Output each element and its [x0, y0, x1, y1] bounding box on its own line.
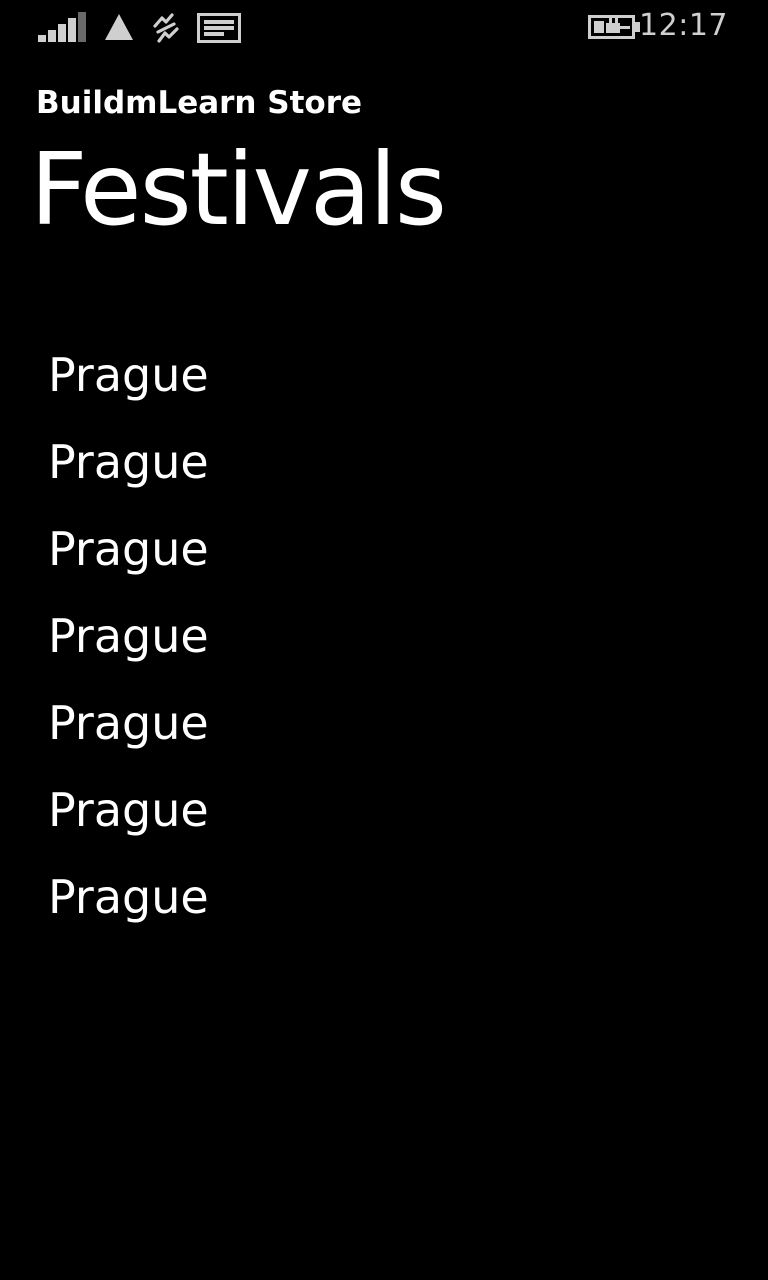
list-item[interactable]: Prague [48, 866, 728, 953]
list-item[interactable]: Prague [48, 605, 728, 692]
list-item[interactable]: Prague [48, 692, 728, 779]
status-bar: 12:17 [0, 0, 768, 56]
signal-strength-icon [38, 12, 86, 42]
list-item[interactable]: Prague [48, 518, 728, 605]
list-item[interactable]: Prague [48, 431, 728, 518]
page-title: Festivals [30, 131, 447, 248]
message-icon [197, 13, 241, 43]
list-item[interactable]: Prague [48, 779, 728, 866]
status-clock: 12:17 [639, 8, 728, 43]
list-item[interactable]: Prague [48, 344, 728, 431]
data-connection-icon [153, 13, 179, 43]
battery-charging-icon [588, 15, 640, 39]
festival-list: Prague Prague Prague Prague Prague Pragu… [48, 344, 728, 953]
roaming-icon [105, 14, 133, 40]
app-name: BuildmLearn Store [36, 85, 363, 121]
